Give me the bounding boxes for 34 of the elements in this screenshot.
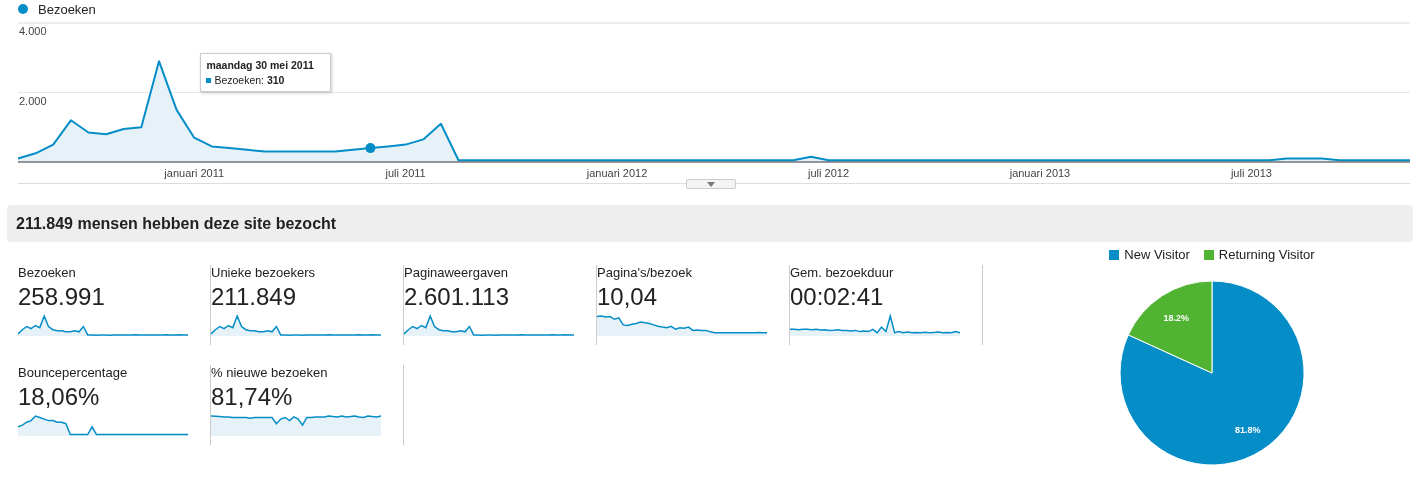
x-axis-label: juli 2012 bbox=[808, 167, 849, 179]
x-axis-label: juli 2011 bbox=[385, 167, 426, 179]
y-axis-label: 4.000 bbox=[19, 25, 47, 37]
metric-label: Bezoeken bbox=[18, 265, 76, 280]
legend-label: Returning Visitor bbox=[1218, 247, 1315, 262]
collapse-button[interactable] bbox=[686, 179, 736, 189]
metric-label: % nieuwe bezoeken bbox=[211, 365, 328, 380]
x-axis-label: juli 2013 bbox=[1230, 167, 1272, 179]
x-axis-label: januari 2012 bbox=[586, 167, 648, 179]
metric-value: 10,04 bbox=[597, 283, 658, 311]
y-axis-label: 2.000 bbox=[19, 94, 47, 107]
metric-label: Pagina's/bezoek bbox=[597, 265, 692, 280]
x-axis-label: januari 2011 bbox=[164, 167, 225, 179]
metric-value: 81,74% bbox=[211, 383, 293, 411]
tooltip-date: maandag 30 mei 2011 bbox=[206, 59, 315, 71]
metric-label: Unieke bezoekers bbox=[211, 265, 316, 280]
x-axis-label: januari 2013 bbox=[1009, 167, 1071, 179]
legend-label: New Visitor bbox=[1124, 247, 1190, 262]
metric-value: 211.849 bbox=[211, 283, 296, 311]
summary-title: 211.849 mensen hebben deze site bezocht bbox=[16, 214, 337, 233]
metric-label: Paginaweergaven bbox=[404, 265, 509, 280]
caret-icon bbox=[707, 181, 715, 187]
metric-value: 258.991 bbox=[18, 283, 105, 311]
tooltip-value: Bezoeken: 310 bbox=[214, 74, 285, 86]
series-swatch bbox=[206, 77, 212, 83]
slice-label: 18.2% bbox=[1163, 313, 1189, 324]
metric-value: 2.601.113 bbox=[404, 283, 509, 311]
metric-value: 18,06% bbox=[18, 383, 100, 411]
legend-label: Bezoeken bbox=[38, 1, 96, 17]
metric-label: Gem. bezoekduur bbox=[790, 265, 894, 280]
metric-value: 00:02:41 bbox=[790, 283, 884, 311]
hover-point bbox=[365, 143, 376, 154]
slice-label: 81.8% bbox=[1235, 424, 1261, 435]
metric-label: Bouncepercentage bbox=[18, 365, 128, 380]
